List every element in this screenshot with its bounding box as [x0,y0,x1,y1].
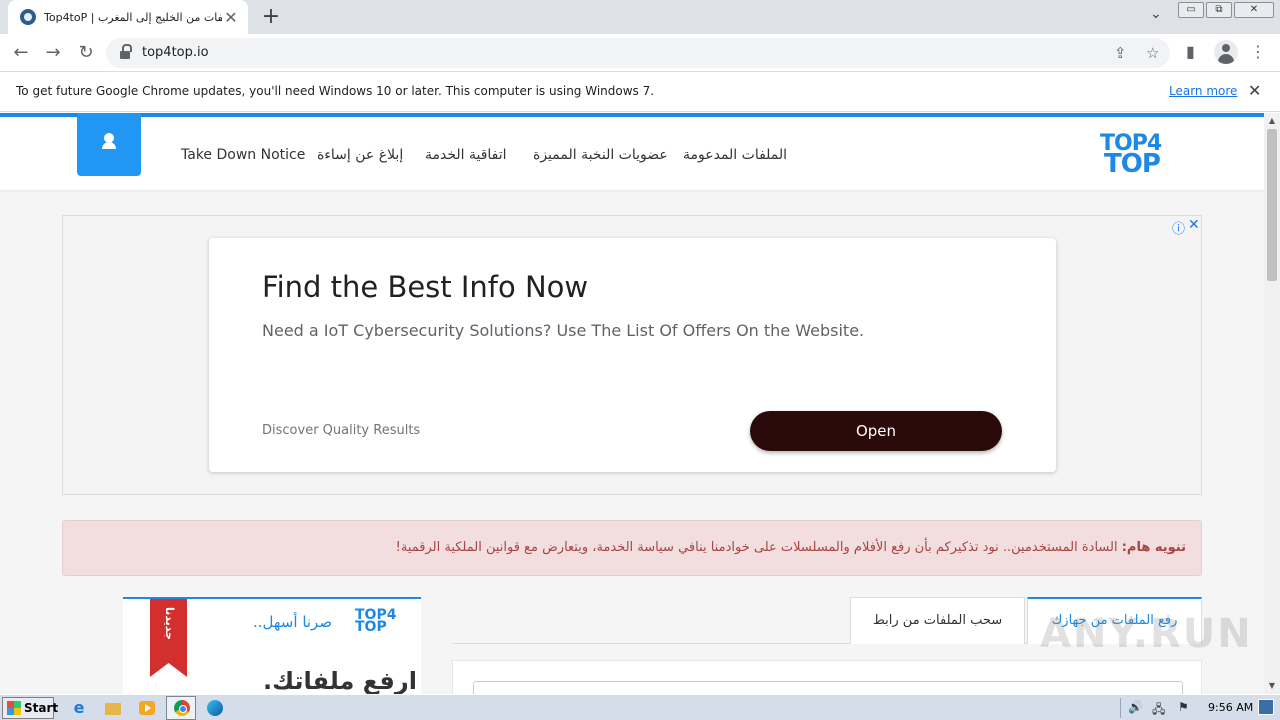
start-button[interactable]: Start [2,697,58,719]
chrome-menu-icon[interactable]: ⋮ [1250,42,1266,61]
address-bar[interactable]: top4top.io ⇪ ☆ [106,38,1170,68]
browser-tab[interactable]: Top4toP | أسهل وأسرع لرفع الملفات من الخ… [8,0,248,34]
new-tab-button[interactable]: + [258,4,284,30]
internet-explorer-icon[interactable]: e [68,698,90,718]
ad-description: Need a IoT Cybersecurity Solutions? Use … [262,321,865,340]
scrollbar-thumb[interactable] [1267,129,1277,281]
ad-headline[interactable]: Find the Best Info Now [262,270,588,304]
tab-remote-upload[interactable]: سحب الملفات من رابط [850,597,1025,644]
forward-button[interactable]: → [42,42,64,64]
window-close-button[interactable]: ✕ [1234,2,1274,18]
url-text[interactable]: top4top.io [142,45,209,60]
restore-button[interactable]: ⧉ [1206,2,1232,18]
banner-logo: TOP4 TOP [355,608,396,634]
nav-supported-files[interactable]: الملفات المدعومة [683,147,787,163]
copyright-notice: تنويه هام: السادة المستخدمين.. نود تذكير… [62,520,1202,576]
site-header: Take Down Notice إبلاغ عن إساءة اتفاقية … [0,113,1264,190]
media-player-icon[interactable] [136,698,158,718]
nav-take-down-notice[interactable]: Take Down Notice [181,147,305,163]
tray-divider [1120,698,1121,718]
bookmark-star-icon[interactable]: ☆ [1146,44,1159,62]
tab-search-icon[interactable]: ⌄ [1150,6,1162,22]
windows-taskbar: Start e 🔊 🖧 ⚑ 9:56 AM [0,694,1280,720]
logo-line-2: TOP [1104,149,1161,179]
chrome-taskbar-icon[interactable] [166,696,196,720]
site-favicon-icon [20,9,36,25]
file-explorer-icon[interactable] [102,698,124,718]
infobar-close-icon[interactable]: ✕ [1248,81,1261,100]
volume-icon[interactable]: 🔊 [1128,700,1143,714]
edge-icon[interactable] [204,698,226,718]
learn-more-link[interactable]: Learn more [1169,84,1237,98]
banner-ribbon: جديدنا [150,599,187,677]
start-label: Start [24,701,59,715]
notice-message: السادة المستخدمين.. نود تذكيركم بأن رفع … [395,540,1118,555]
tab-strip: Top4toP | أسهل وأسرع لرفع الملفات من الخ… [0,0,1280,34]
scroll-down-arrow-icon[interactable]: ▼ [1264,678,1280,694]
notice-label: تنويه هام: [1121,540,1186,555]
tab-close-icon[interactable]: ✕ [222,8,240,27]
page-viewport: Take Down Notice إبلاغ عن إساءة اتفاقية … [0,113,1264,694]
banner-slogan: صرنا أسهل.. [253,613,333,631]
window-controls: ▭ ⧉ ✕ [1176,2,1274,18]
back-button[interactable]: ← [10,42,32,64]
ad-info-icon[interactable]: ⓘ [1172,218,1185,237]
promo-banner[interactable]: جديدنا صرنا أسهل.. TOP4 TOP ارفع ملفاتك. [123,597,421,694]
watermark: ANY.RUN [1040,611,1253,657]
banner-headline: ارفع ملفاتك. [263,667,417,694]
tab-title: Top4toP | أسهل وأسرع لرفع الملفات من الخ… [44,10,222,24]
action-center-flag-icon[interactable]: ⚑ [1178,700,1189,714]
lock-icon[interactable] [120,44,132,59]
upload-dropzone[interactable] [473,681,1183,694]
ad-open-button[interactable]: Open [750,411,1002,451]
upload-panel [452,660,1202,694]
ad-card[interactable]: Find the Best Info Now Need a IoT Cybers… [209,238,1056,472]
system-clock[interactable]: 9:56 AM [1208,701,1253,714]
notice-text-container: تنويه هام: السادة المستخدمين.. نود تذكير… [396,540,1186,555]
reload-button[interactable]: ↻ [75,42,97,64]
windows-logo-icon [7,701,21,715]
nav-terms-of-service[interactable]: اتفاقية الخدمة [425,147,507,163]
nav-report-abuse[interactable]: إبلاغ عن إساءة [317,147,403,163]
ad-close-icon[interactable]: ✕ [1188,217,1200,233]
page-scrollbar[interactable]: ▲ ▼ [1264,113,1280,694]
profile-avatar-icon[interactable] [1214,40,1238,64]
show-desktop-button[interactable] [1258,699,1274,715]
site-logo[interactable]: TOP4 TOP [1098,131,1178,179]
ad-display-text: Discover Quality Results [262,423,421,438]
infobar-message: To get future Google Chrome updates, you… [16,84,655,98]
ad-container: ⓘ ✕ Find the Best Info Now Need a IoT Cy… [62,215,1202,495]
update-infobar: To get future Google Chrome updates, you… [0,72,1280,112]
browser-toolbar: ← → ↻ top4top.io ⇪ ☆ ▮ ⋮ [0,34,1280,72]
minimize-button[interactable]: ▭ [1178,2,1204,18]
side-panel-icon[interactable]: ▮ [1186,42,1195,61]
network-icon[interactable]: 🖧 [1152,700,1165,720]
scroll-up-arrow-icon[interactable]: ▲ [1264,113,1280,129]
nav-premium-memberships[interactable]: عضويات النخبة المميزة [533,147,668,163]
share-icon[interactable]: ⇪ [1114,44,1127,62]
user-account-button[interactable] [77,113,141,176]
banner-ribbon-text: جديدنا [163,607,176,641]
